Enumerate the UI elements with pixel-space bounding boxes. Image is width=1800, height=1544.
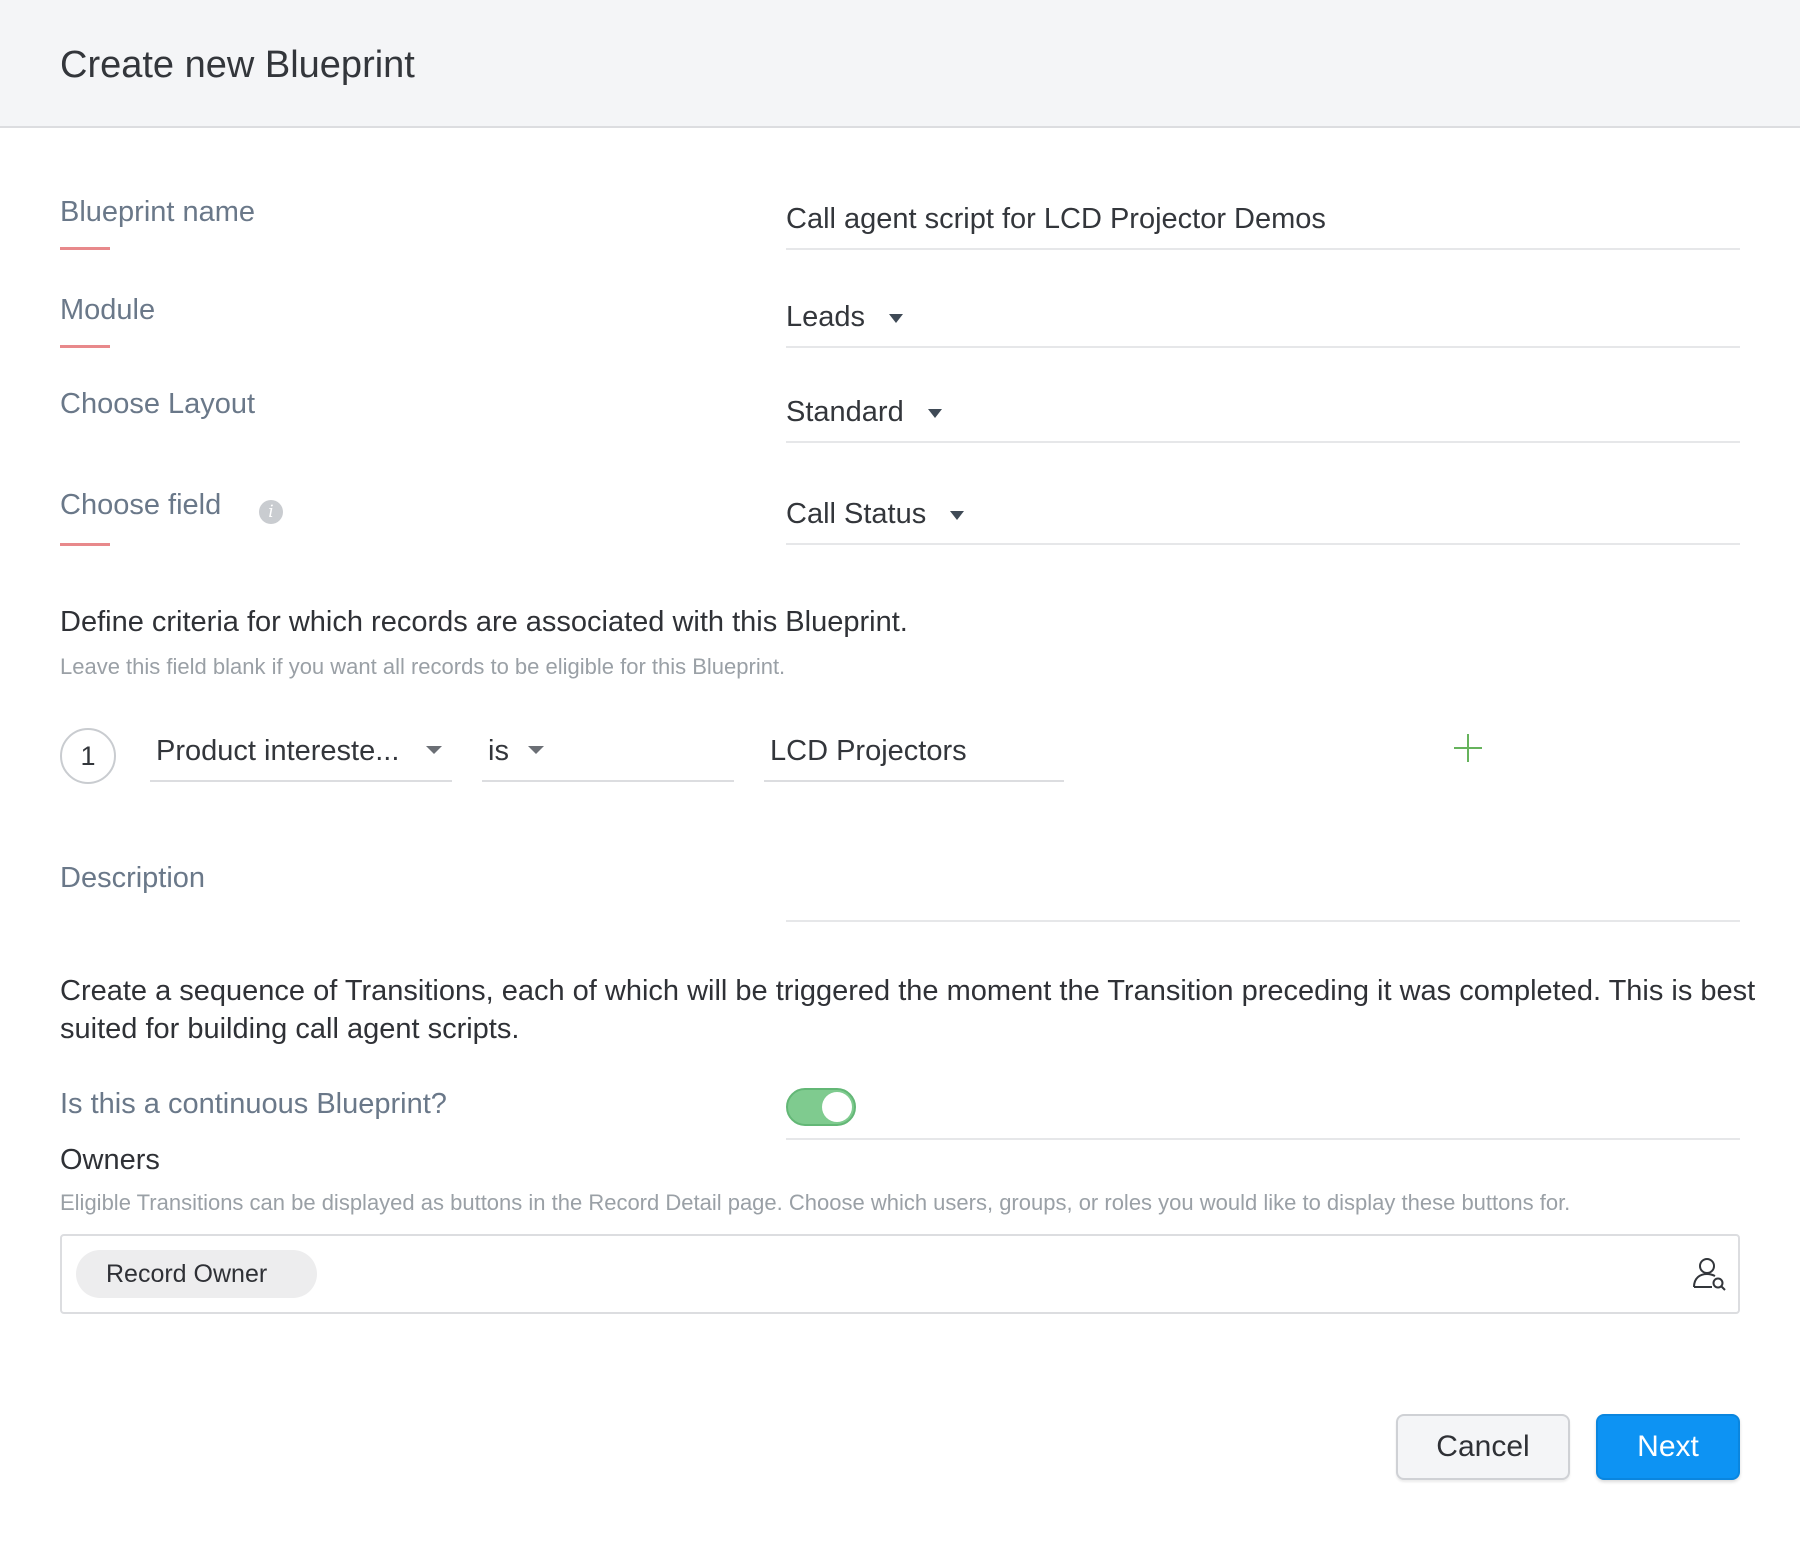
criteria-value-input[interactable]: LCD Projectors <box>764 720 1064 782</box>
continuous-description: Create a sequence of Transitions, each o… <box>60 975 1756 1045</box>
continuous-toggle[interactable] <box>786 1088 856 1126</box>
mandatory-indicator <box>60 543 110 546</box>
cancel-button[interactable]: Cancel <box>1396 1414 1570 1480</box>
owners-subtext: Eligible Transitions can be displayed as… <box>60 1190 1571 1215</box>
module-value: Leads <box>786 301 866 333</box>
caret-down-icon <box>950 510 965 520</box>
layout-select-display: Standard <box>786 396 942 429</box>
mandatory-indicator <box>60 345 110 348</box>
caret-down-icon <box>426 746 442 754</box>
caret-down-icon <box>927 408 942 418</box>
divider <box>786 1138 1740 1140</box>
criteria-operator-select[interactable]: is <box>482 720 734 782</box>
criteria-subtext: Leave this field blank if you want all r… <box>60 654 786 679</box>
owner-chip[interactable]: Record Owner <box>76 1250 318 1298</box>
layout-label: Choose Layout <box>60 388 256 420</box>
owners-heading: Owners <box>60 1144 160 1176</box>
blueprint-name-label: Blueprint name <box>60 196 256 228</box>
module-select[interactable]: Leads <box>786 292 1740 348</box>
choose-field-label: Choose field <box>60 489 222 521</box>
toggle-knob <box>822 1092 852 1122</box>
description-label: Description <box>60 862 206 894</box>
owners-input[interactable]: Record Owner <box>60 1234 1740 1314</box>
continuous-label: Is this a continuous Blueprint? <box>60 1088 447 1120</box>
criteria-row-number: 1 <box>60 728 116 784</box>
criteria-operator-value: is <box>488 735 509 767</box>
criteria-heading: Define criteria for which records are as… <box>60 606 908 638</box>
caret-down-icon <box>889 313 904 323</box>
layout-value: Standard <box>786 396 904 428</box>
description-input[interactable] <box>786 920 1740 922</box>
layout-select[interactable]: Standard <box>786 387 1740 443</box>
choose-field-select-display: Call Status <box>786 498 965 531</box>
next-button[interactable]: Next <box>1596 1414 1740 1480</box>
module-label: Module <box>60 294 156 326</box>
dialog-header: Create new Blueprint <box>0 0 1800 128</box>
page-title: Create new Blueprint <box>60 44 415 86</box>
criteria-value: LCD Projectors <box>770 735 967 767</box>
blueprint-name-value: Call agent script for LCD Projector Demo… <box>786 203 1326 235</box>
plus-icon[interactable] <box>1454 734 1482 762</box>
criteria-field-select[interactable]: Product intereste... <box>150 720 452 782</box>
choose-field-value: Call Status <box>786 498 927 530</box>
user-search-icon[interactable] <box>1690 1254 1730 1294</box>
blueprint-name-input[interactable]: Call agent script for LCD Projector Demo… <box>786 194 1740 250</box>
info-icon[interactable]: i <box>259 500 283 524</box>
criteria-field-value: Product intereste... <box>156 735 400 767</box>
caret-down-icon <box>528 746 544 754</box>
module-select-display: Leads <box>786 301 904 334</box>
choose-field-select[interactable]: Call Status <box>786 489 1740 545</box>
mandatory-indicator <box>60 247 110 250</box>
